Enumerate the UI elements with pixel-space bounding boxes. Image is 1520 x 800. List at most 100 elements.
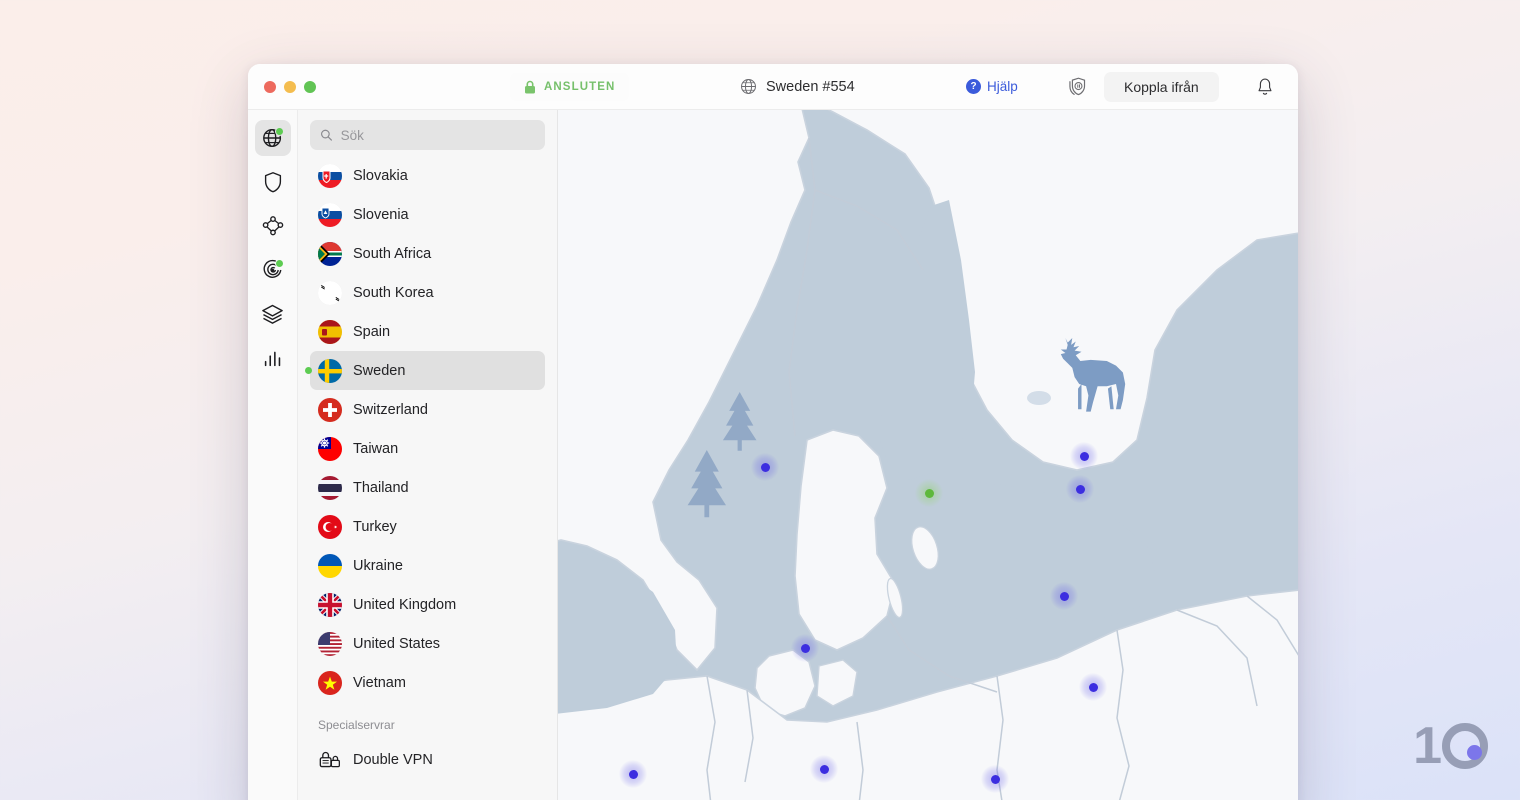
rail-item-meshnet[interactable] — [255, 208, 291, 244]
country-row[interactable]: United States — [310, 624, 545, 663]
country-list[interactable]: Slovakia Slovenia South Africa South Korea S… — [298, 156, 557, 800]
country-panel: Slovakia Slovenia South Africa South Korea S… — [298, 110, 558, 800]
window-body: Slovakia Slovenia South Africa South Korea S… — [248, 110, 1298, 800]
layers-icon — [260, 302, 285, 327]
rail-item-statistics[interactable] — [255, 340, 291, 376]
status-badge — [275, 259, 284, 268]
server-marker[interactable] — [981, 765, 1009, 793]
current-server-label: Sweden #554 — [766, 79, 855, 95]
server-marker-connected[interactable] — [915, 479, 943, 507]
marker-core — [991, 775, 1000, 784]
server-marker[interactable] — [1050, 582, 1078, 610]
rail-item-threat-radar[interactable] — [255, 252, 291, 288]
country-row[interactable]: Spain — [310, 312, 545, 351]
country-row[interactable]: Vietnam — [310, 663, 545, 702]
country-row[interactable]: South Africa — [310, 234, 545, 273]
marker-core — [761, 463, 770, 472]
connected-indicator-dot — [305, 367, 312, 374]
server-marker[interactable] — [751, 453, 779, 481]
flag-icon — [318, 632, 342, 656]
flag-icon — [318, 671, 342, 695]
search-box[interactable] — [310, 120, 545, 150]
search-icon — [320, 128, 333, 142]
question-mark-icon: ? — [966, 79, 981, 94]
close-window-button[interactable] — [264, 81, 276, 93]
pause-vpn-button[interactable] — [1066, 76, 1088, 98]
disconnect-button[interactable]: Koppla ifrån — [1104, 72, 1219, 102]
server-marker[interactable] — [810, 755, 838, 783]
flag-icon — [318, 593, 342, 617]
special-servers-section-header: Specialservrar — [310, 702, 545, 740]
country-row[interactable]: Slovenia — [310, 195, 545, 234]
server-marker[interactable] — [1070, 442, 1098, 470]
app-window: ANSLUTEN Sweden #554 ? Hjälp — [248, 64, 1298, 800]
country-row[interactable]: United Kingdom — [310, 585, 545, 624]
flag-icon — [318, 320, 342, 344]
country-name-label: Thailand — [353, 480, 409, 496]
country-name-label: Sweden — [353, 363, 405, 379]
flag-icon — [318, 164, 342, 188]
marker-core — [820, 765, 829, 774]
rail-item-locations[interactable] — [255, 120, 291, 156]
marker-core — [1080, 452, 1089, 461]
server-marker[interactable] — [619, 760, 647, 788]
marker-core — [1076, 485, 1085, 494]
marker-core — [629, 770, 638, 779]
rail-item-threat-protection[interactable] — [255, 164, 291, 200]
flag-icon — [318, 359, 342, 383]
flag-icon — [318, 203, 342, 227]
zoom-window-button[interactable] — [304, 81, 316, 93]
connection-status: ANSLUTEN — [510, 73, 629, 101]
country-row[interactable]: Sweden — [310, 351, 545, 390]
country-name-label: Switzerland — [353, 402, 428, 418]
search-input[interactable] — [341, 128, 535, 143]
double-lock-icon — [318, 749, 342, 770]
watermark-dot — [1467, 745, 1482, 760]
country-row[interactable]: Turkey — [310, 507, 545, 546]
country-row[interactable]: Slovakia — [310, 156, 545, 195]
mesh-network-icon — [261, 214, 285, 238]
country-name-label: South Africa — [353, 246, 431, 262]
country-name-label: Vietnam — [353, 675, 406, 691]
server-marker[interactable] — [1079, 673, 1107, 701]
country-name-label: United States — [353, 636, 440, 652]
flag-icon — [318, 515, 342, 539]
country-name-label: Slovakia — [353, 168, 408, 184]
rock-shape — [1027, 391, 1051, 405]
country-row[interactable]: Thailand — [310, 468, 545, 507]
flag-icon — [318, 242, 342, 266]
shield-icon — [261, 170, 285, 194]
current-server[interactable]: Sweden #554 — [740, 78, 855, 95]
country-row[interactable]: Switzerland — [310, 390, 545, 429]
watermark-digit: 1 — [1413, 716, 1440, 776]
marker-core — [1060, 592, 1069, 601]
flag-icon — [318, 281, 342, 305]
bell-icon — [1256, 77, 1274, 96]
shield-pause-icon — [1066, 76, 1088, 98]
special-server-label: Double VPN — [353, 752, 433, 768]
titlebar: ANSLUTEN Sweden #554 ? Hjälp — [248, 64, 1298, 110]
country-row[interactable]: Ukraine — [310, 546, 545, 585]
flag-icon — [318, 554, 342, 578]
server-marker[interactable] — [1066, 475, 1094, 503]
connection-status-label: ANSLUTEN — [544, 81, 615, 93]
globe-icon — [740, 78, 757, 95]
map-graphic — [558, 110, 1298, 800]
traffic-light-buttons — [248, 81, 316, 93]
map-area[interactable] — [558, 110, 1298, 800]
help-button[interactable]: ? Hjälp — [966, 79, 1018, 94]
minimize-window-button[interactable] — [284, 81, 296, 93]
country-row[interactable]: Taiwan — [310, 429, 545, 468]
bar-chart-icon — [261, 346, 285, 370]
icon-rail — [248, 110, 298, 800]
special-server-row[interactable]: Double VPN — [310, 740, 545, 779]
help-button-label: Hjälp — [987, 79, 1018, 94]
country-name-label: Spain — [353, 324, 390, 340]
country-row[interactable]: South Korea — [310, 273, 545, 312]
server-marker[interactable] — [791, 634, 819, 662]
rail-item-layers[interactable] — [255, 296, 291, 332]
status-badge — [275, 127, 284, 136]
watermark-circle — [1442, 723, 1488, 769]
disconnect-button-label: Koppla ifrån — [1124, 79, 1199, 95]
notifications-button[interactable] — [1256, 77, 1274, 96]
